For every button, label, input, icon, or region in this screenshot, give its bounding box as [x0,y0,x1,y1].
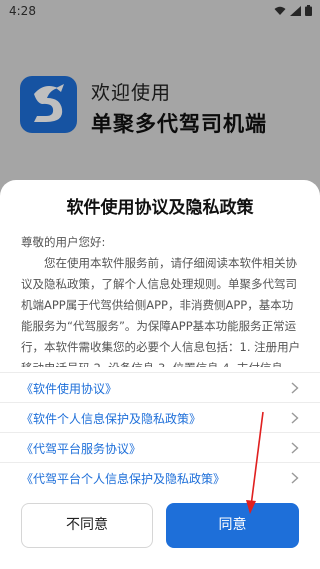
annotation-arrow [246,411,264,514]
